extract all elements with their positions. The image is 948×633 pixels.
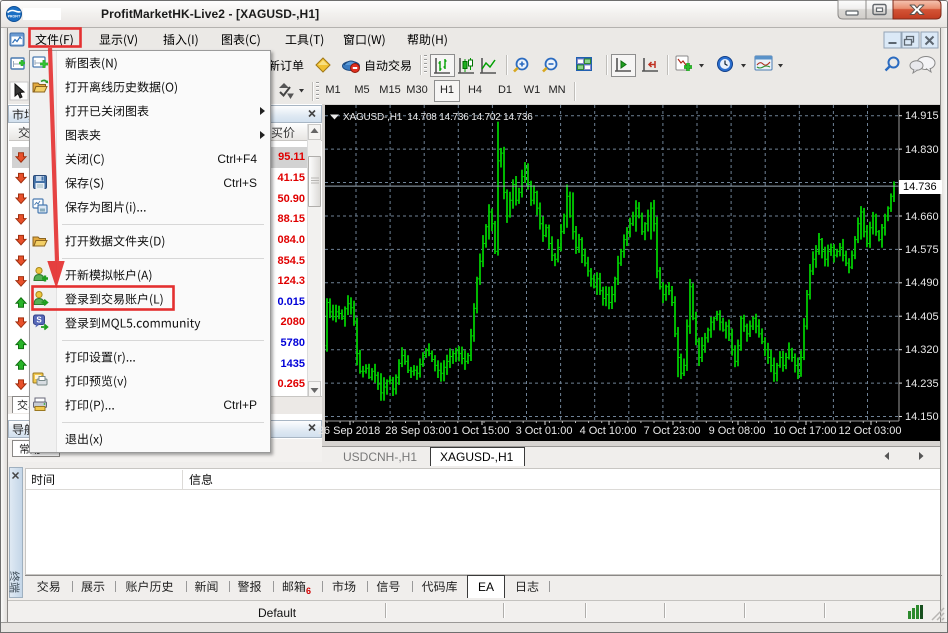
svg-text:PROFIT: PROFIT [8,15,21,19]
